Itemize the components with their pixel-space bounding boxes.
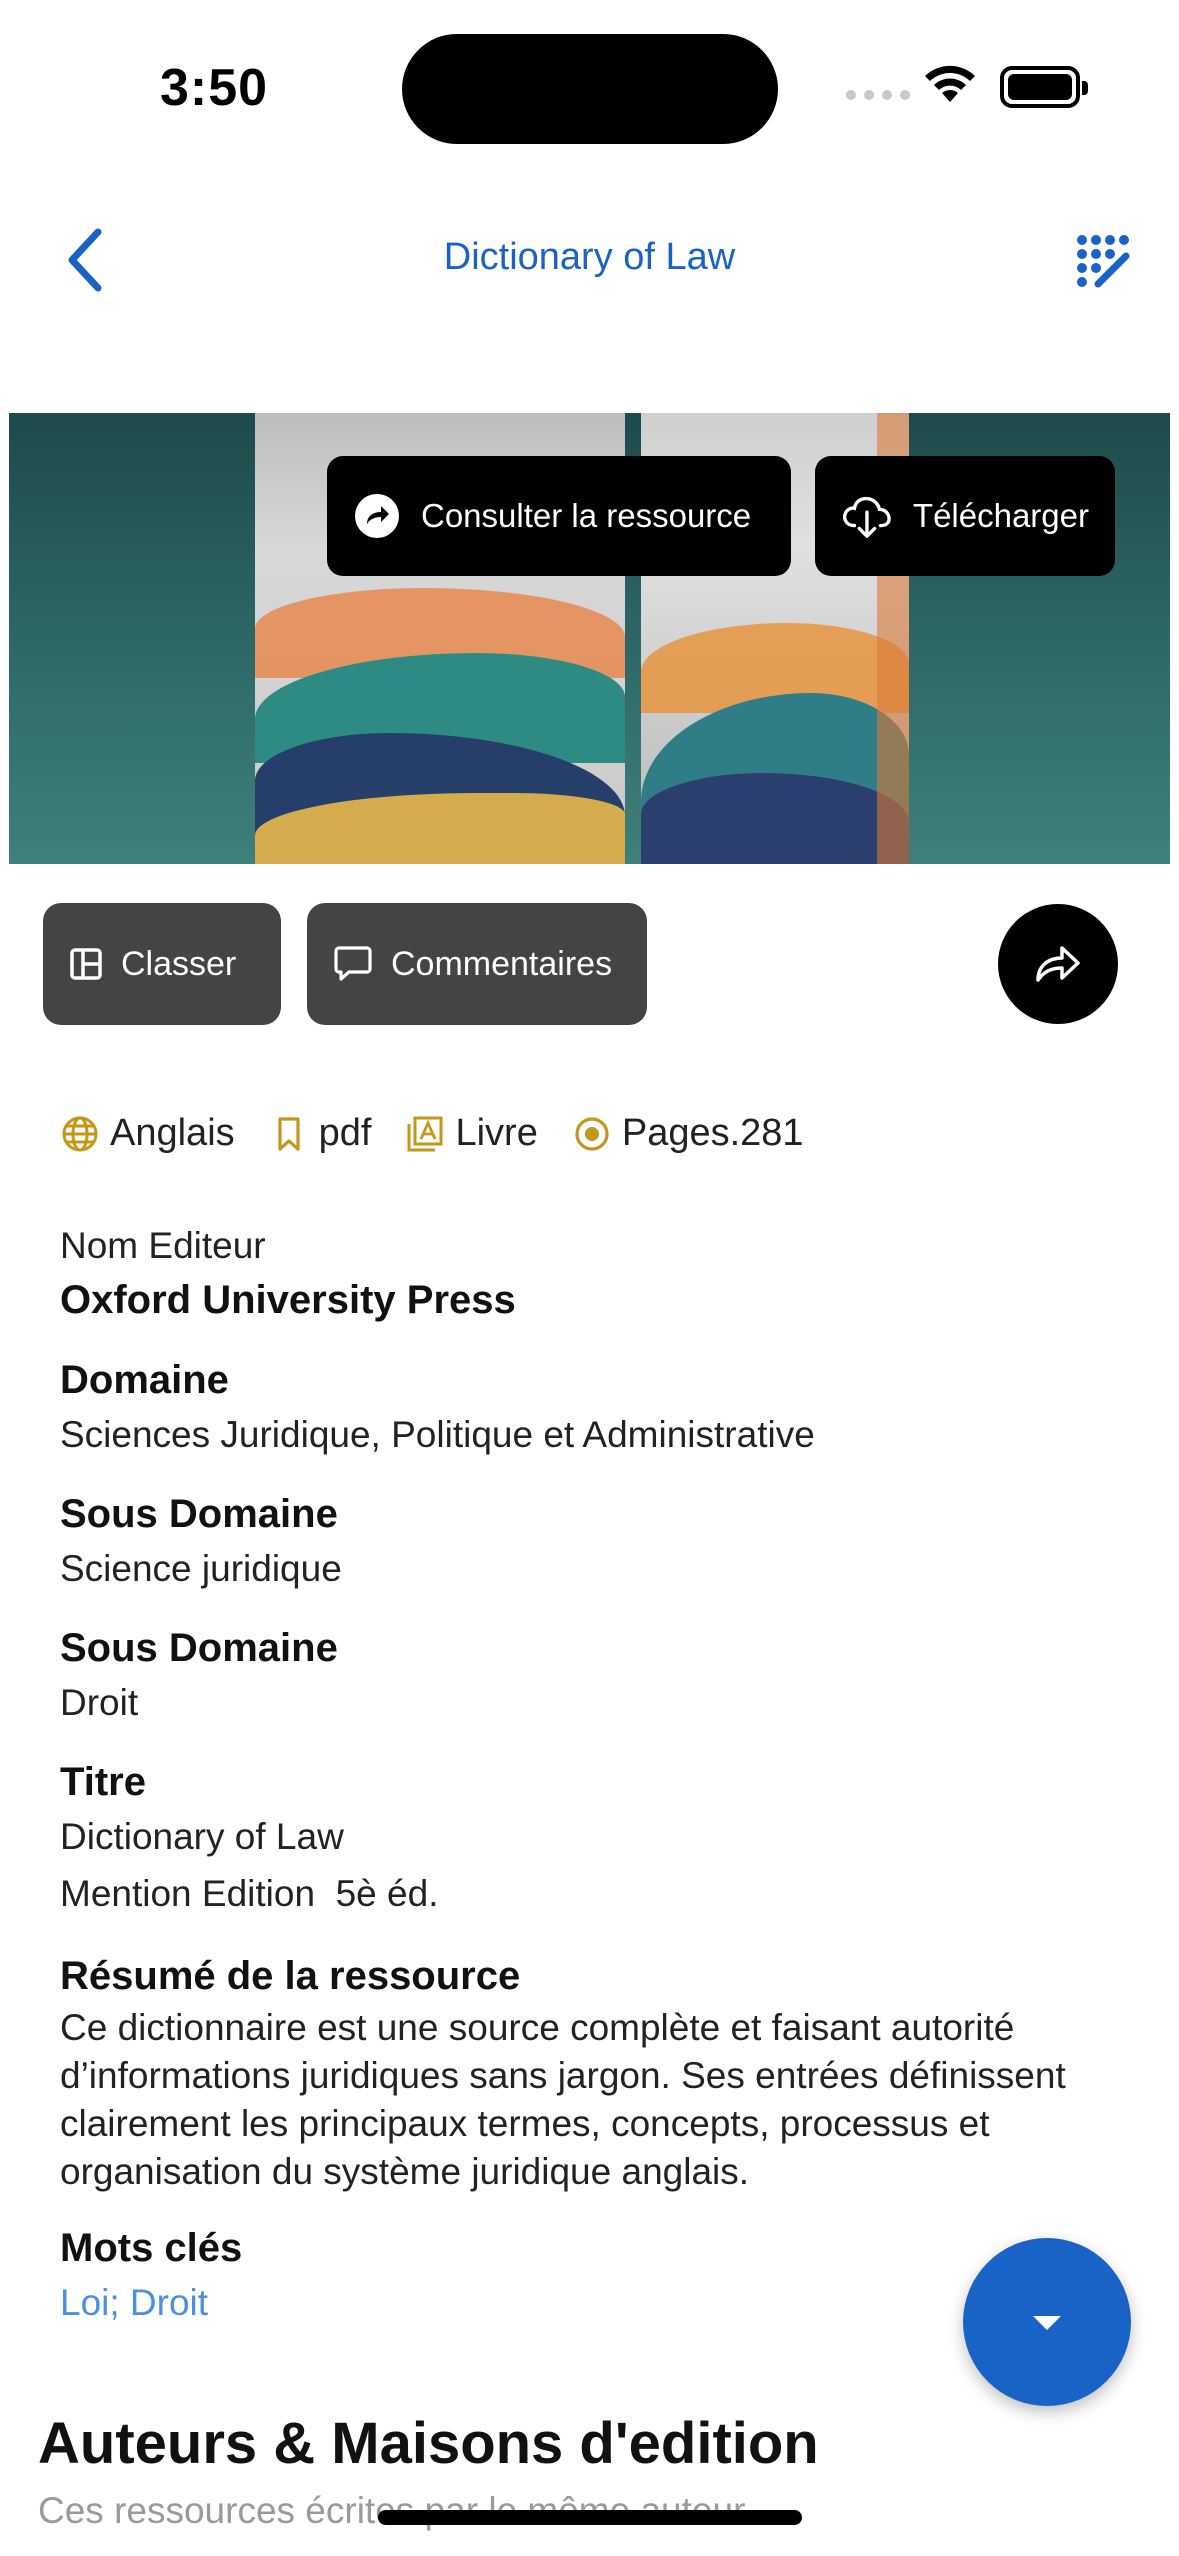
meta-type-text: Livre: [455, 1112, 538, 1154]
status-bar: 3:50: [0, 0, 1179, 160]
share-forward-icon: [1036, 946, 1080, 982]
wifi-icon: [925, 65, 975, 102]
meta-pages-text: Pages.281: [621, 1112, 804, 1154]
summary-value: Ce dictionnaire est une source complète …: [60, 2007, 1066, 2192]
keywords-link[interactable]: Loi; Droit: [60, 2276, 1120, 2330]
resource-details: Nom Editeur Oxford University Press Doma…: [60, 1220, 1120, 2330]
globe-icon: [62, 1116, 98, 1151]
comments-button[interactable]: Commentaires: [307, 903, 647, 1025]
title-label: Titre: [60, 1760, 146, 1804]
domain-label: Domaine: [60, 1358, 229, 1402]
share-button[interactable]: [998, 904, 1118, 1024]
authors-section-title: Auteurs & Maisons d'edition: [38, 2411, 819, 2476]
radio-target-icon: [575, 1116, 609, 1151]
home-indicator[interactable]: [378, 2510, 802, 2525]
navigation-bar: Dictionary of Law: [0, 200, 1179, 320]
book-font-icon: [407, 1116, 443, 1151]
summary-label: Résumé de la ressource: [60, 1954, 521, 1998]
edition-mention-value: 5è éd.: [335, 1873, 439, 1914]
meta-format: pdf: [269, 1112, 372, 1155]
cloud-download-icon: [842, 496, 891, 538]
battery-icon: [1000, 66, 1088, 108]
share-arrow-circle-icon: [355, 494, 399, 538]
resource-meta-row: Anglais pdf Livre Pages.281: [60, 1112, 838, 1155]
subdomain-value: Droit: [60, 1682, 139, 1723]
dynamic-island: [402, 34, 778, 144]
edition-mention: Mention Edition 5è éd.: [60, 1864, 1120, 1924]
comments-label: Commentaires: [391, 944, 613, 983]
consult-resource-button[interactable]: Consulter la ressource: [327, 456, 791, 576]
domain-value: Sciences Juridique, Politique et Adminis…: [60, 1414, 815, 1455]
subdomain-value: Science juridique: [60, 1548, 342, 1589]
meta-type: Livre: [405, 1112, 538, 1155]
title-value: Dictionary of Law: [60, 1816, 344, 1857]
caret-down-icon: [1033, 2316, 1061, 2330]
resource-cover-image: Consulter la ressource Télécharger: [9, 413, 1170, 864]
edition-mention-label: Mention Edition: [60, 1873, 316, 1914]
subdomain-label: Sous Domaine: [60, 1492, 338, 1536]
scroll-down-button[interactable]: [963, 2238, 1131, 2406]
download-button[interactable]: Télécharger: [815, 456, 1115, 576]
layout-icon: [70, 948, 102, 980]
meta-format-text: pdf: [318, 1112, 372, 1154]
publisher-label: Nom Editeur: [60, 1225, 266, 1266]
page-title: Dictionary of Law: [443, 236, 736, 278]
meta-language-text: Anglais: [110, 1112, 235, 1154]
consult-resource-label: Consulter la ressource: [421, 497, 752, 534]
keywords-label: Mots clés: [60, 2226, 243, 2270]
cellular-signal-icon: [846, 90, 910, 100]
classer-button[interactable]: Classer: [43, 903, 281, 1025]
meta-pages: Pages.281: [572, 1112, 804, 1155]
subdomain-label: Sous Domaine: [60, 1626, 338, 1670]
magic-edit-icon[interactable]: [1074, 230, 1134, 290]
classer-label: Classer: [121, 944, 237, 983]
download-label: Télécharger: [912, 497, 1089, 534]
meta-language: Anglais: [60, 1112, 235, 1155]
bookmark-icon: [278, 1116, 300, 1151]
publisher-value: Oxford University Press: [60, 1278, 516, 1322]
comment-bubble-icon: [334, 946, 372, 981]
status-time: 3:50: [160, 59, 269, 117]
